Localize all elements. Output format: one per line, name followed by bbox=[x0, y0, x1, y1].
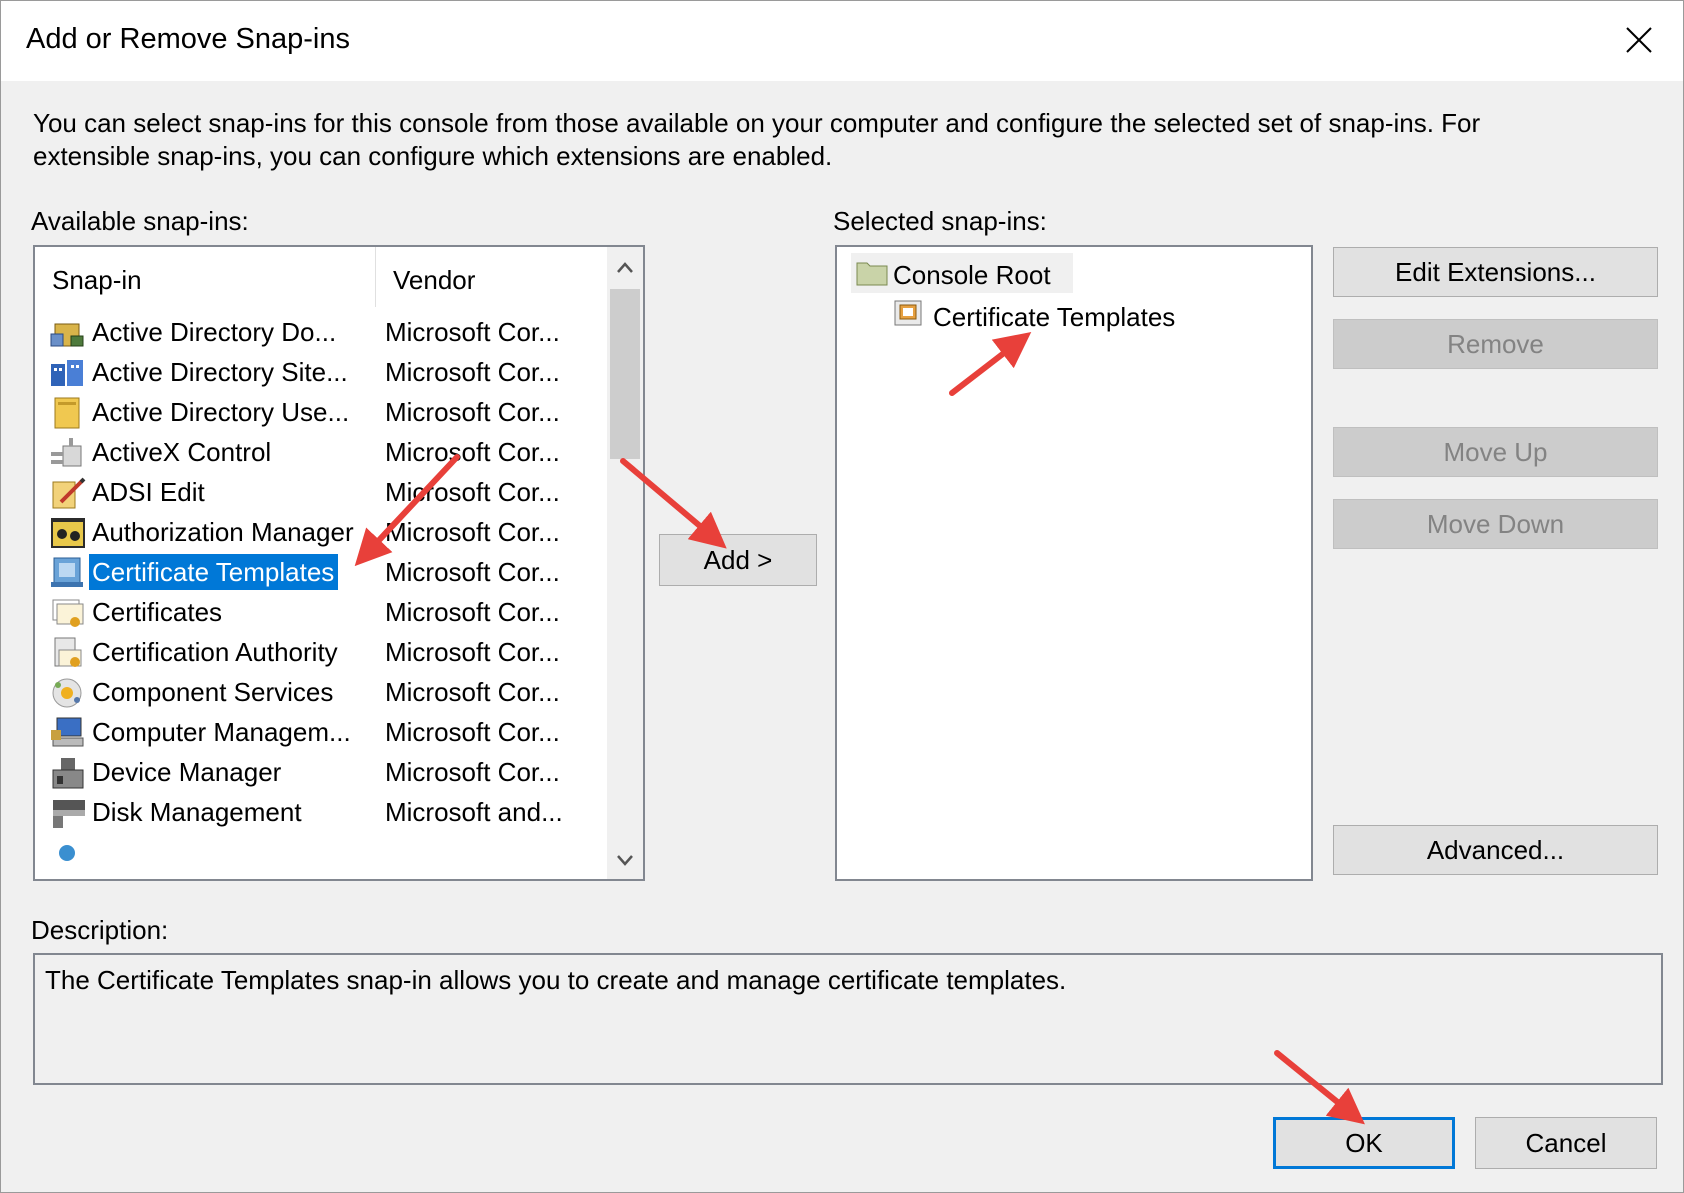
device-manager-icon bbox=[52, 758, 84, 789]
authorization-icon bbox=[51, 518, 85, 548]
list-item-vendor: Microsoft Cor... bbox=[385, 677, 560, 707]
close-icon bbox=[1626, 27, 1652, 53]
tree-node-label: Certificate Templates bbox=[933, 302, 1176, 332]
activex-icon bbox=[51, 438, 82, 467]
column-header-snapin[interactable]: Snap-in bbox=[35, 247, 376, 307]
window-title: Add or Remove Snap-ins bbox=[26, 23, 350, 55]
available-snapins-label: Available snap-ins: bbox=[31, 206, 249, 236]
vertical-scrollbar[interactable] bbox=[607, 247, 643, 879]
description-box: The Certificate Templates snap-in allows… bbox=[33, 953, 1663, 1085]
adsi-edit-icon bbox=[52, 477, 86, 509]
list-item-name: Active Directory Use... bbox=[92, 397, 350, 427]
list-item[interactable]: Component Services Microsoft Cor... bbox=[35, 671, 631, 713]
selected-snapins-tree[interactable]: Console Root Certificate Templates bbox=[835, 245, 1313, 881]
close-button[interactable] bbox=[1593, 1, 1683, 81]
computer-management-icon bbox=[51, 717, 84, 747]
list-item-vendor: Microsoft Cor... bbox=[385, 437, 560, 467]
list-item-vendor: Microsoft Cor... bbox=[385, 637, 560, 667]
selected-snapins-label: Selected snap-ins: bbox=[833, 206, 1047, 236]
list-item-vendor: Microsoft Cor... bbox=[385, 717, 560, 747]
advanced-button[interactable]: Advanced... bbox=[1333, 825, 1658, 875]
list-item[interactable]: Device Manager Microsoft Cor... bbox=[35, 751, 631, 793]
move-up-button[interactable]: Move Up bbox=[1333, 427, 1658, 477]
ok-button[interactable]: OK bbox=[1273, 1117, 1455, 1169]
disk-management-icon bbox=[53, 800, 85, 828]
list-item[interactable]: Active Directory Do... Microsoft Cor... bbox=[35, 311, 631, 353]
list-item[interactable]: ActiveX Control Microsoft Cor... bbox=[35, 431, 631, 473]
column-header-vendor[interactable]: Vendor bbox=[376, 247, 632, 307]
column-header-snapin-label: Snap-in bbox=[52, 265, 142, 295]
list-item-vendor: Microsoft Cor... bbox=[385, 557, 560, 587]
list-item-vendor: Microsoft Cor... bbox=[385, 757, 560, 787]
list-item-vendor: Microsoft Cor... bbox=[385, 597, 560, 627]
list-item-name: Disk Management bbox=[92, 797, 302, 827]
list-item-name: Component Services bbox=[92, 677, 334, 707]
available-snapins-list[interactable]: Snap-in Vendor Active Directory Do... Mi… bbox=[33, 245, 645, 881]
list-item-vendor: Microsoft Cor... bbox=[385, 317, 560, 347]
list-item[interactable]: Computer Managem... Microsoft Cor... bbox=[35, 711, 631, 753]
add-button[interactable]: Add > bbox=[659, 534, 817, 586]
cancel-button[interactable]: Cancel bbox=[1475, 1117, 1657, 1169]
folder-icon bbox=[856, 262, 888, 286]
component-services-icon bbox=[52, 678, 82, 708]
certificate-template-icon bbox=[894, 300, 922, 326]
certificate-template-icon bbox=[51, 557, 83, 587]
move-down-button[interactable]: Move Down bbox=[1333, 499, 1658, 549]
list-item-name: Certificates bbox=[92, 597, 223, 627]
ad-domains-icon bbox=[50, 323, 84, 347]
remove-button[interactable]: Remove bbox=[1333, 319, 1658, 369]
list-item-name: Computer Managem... bbox=[92, 717, 351, 747]
description-text: The Certificate Templates snap-in allows… bbox=[45, 965, 1067, 995]
ad-sites-icon bbox=[51, 360, 83, 386]
list-item-selected[interactable]: Certificate Templates Microsoft Cor... bbox=[35, 551, 631, 593]
list-item-name: Certificate Templates bbox=[89, 554, 339, 590]
list-item[interactable]: Authorization Manager Microsoft Cor... bbox=[35, 511, 631, 553]
list-item-name: ADSI Edit bbox=[92, 477, 205, 507]
list-item-vendor: Microsoft and... bbox=[385, 797, 563, 827]
list-item[interactable]: Disk Management Microsoft and... bbox=[35, 791, 631, 833]
list-item[interactable]: ADSI Edit Microsoft Cor... bbox=[35, 471, 631, 513]
list-item-vendor: Microsoft Cor... bbox=[385, 517, 560, 547]
list-item-name: ActiveX Control bbox=[92, 437, 272, 467]
list-item-name: Active Directory Do... bbox=[92, 317, 337, 347]
chevron-up-icon bbox=[617, 262, 633, 273]
list-item-vendor: Microsoft Cor... bbox=[385, 477, 560, 507]
add-remove-snapins-dialog: Add or Remove Snap-ins You can select sn… bbox=[0, 0, 1684, 1193]
list-item[interactable]: Certification Authority Microsoft Cor... bbox=[35, 631, 631, 673]
list-item-name: Active Directory Site... bbox=[92, 357, 348, 387]
list-item-name: Device Manager bbox=[92, 757, 282, 787]
list-item-vendor: Microsoft Cor... bbox=[385, 397, 560, 427]
scroll-thumb[interactable] bbox=[610, 289, 640, 459]
tree-node-console-root[interactable]: Console Root bbox=[851, 253, 1073, 293]
intro-text: You can select snap-ins for this console… bbox=[33, 108, 1481, 171]
list-item[interactable]: Active Directory Site... Microsoft Cor..… bbox=[35, 351, 631, 393]
list-item[interactable]: Certificates Microsoft Cor... bbox=[35, 591, 631, 633]
list-item-name: Authorization Manager bbox=[92, 517, 354, 547]
chevron-down-icon bbox=[617, 855, 633, 866]
globe-icon bbox=[59, 845, 75, 861]
list-item[interactable]: Active Directory Use... Microsoft Cor... bbox=[35, 391, 631, 433]
list-item-vendor: Microsoft Cor... bbox=[385, 357, 560, 387]
list-item-name: Certification Authority bbox=[92, 637, 338, 667]
scroll-down-button[interactable] bbox=[607, 845, 643, 879]
edit-extensions-button[interactable]: Edit Extensions... bbox=[1333, 247, 1658, 297]
list-item-partial[interactable] bbox=[35, 831, 631, 873]
ad-users-icon bbox=[54, 397, 80, 429]
tree-node-label: Console Root bbox=[893, 260, 1051, 290]
title-bar: Add or Remove Snap-ins bbox=[1, 1, 1683, 81]
column-header-vendor-label: Vendor bbox=[393, 265, 476, 295]
description-label: Description: bbox=[31, 915, 169, 945]
certificates-icon bbox=[52, 599, 84, 627]
scroll-up-button[interactable] bbox=[607, 253, 643, 287]
certification-authority-icon bbox=[54, 637, 82, 667]
